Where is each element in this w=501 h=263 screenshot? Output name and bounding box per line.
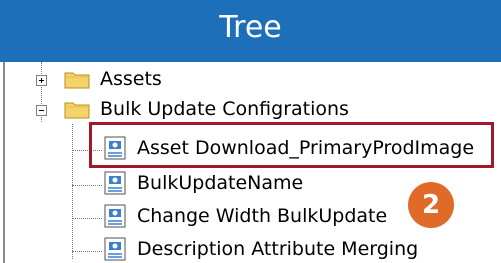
tree-node-label: Assets [100,68,162,90]
panel-header: Tree [0,0,501,62]
expand-icon[interactable] [36,75,47,86]
panel-title: Tree [219,10,282,45]
tree-node-label: Bulk Update Configrations [100,98,349,120]
highlight-box [89,122,494,168]
tree-node-bulk-update-configrations[interactable]: Bulk Update Configrations [0,95,501,125]
tree-node-label: Change Width BulkUpdate [137,205,388,227]
step-badge: 2 [408,182,454,228]
document-icon [104,171,126,195]
tree-node-assets[interactable]: Assets [0,65,501,95]
tree-node-label: BulkUpdateName [137,172,304,194]
tree-node-label: Description Attribute Merging [137,238,419,260]
tree-node-description-attribute-merging[interactable]: Description Attribute Merging [0,235,501,263]
folder-icon [64,72,90,89]
document-icon [104,204,126,228]
collapse-icon[interactable] [36,105,47,116]
document-icon [104,237,126,261]
panel-left-border [3,62,5,263]
folder-icon [64,102,90,119]
